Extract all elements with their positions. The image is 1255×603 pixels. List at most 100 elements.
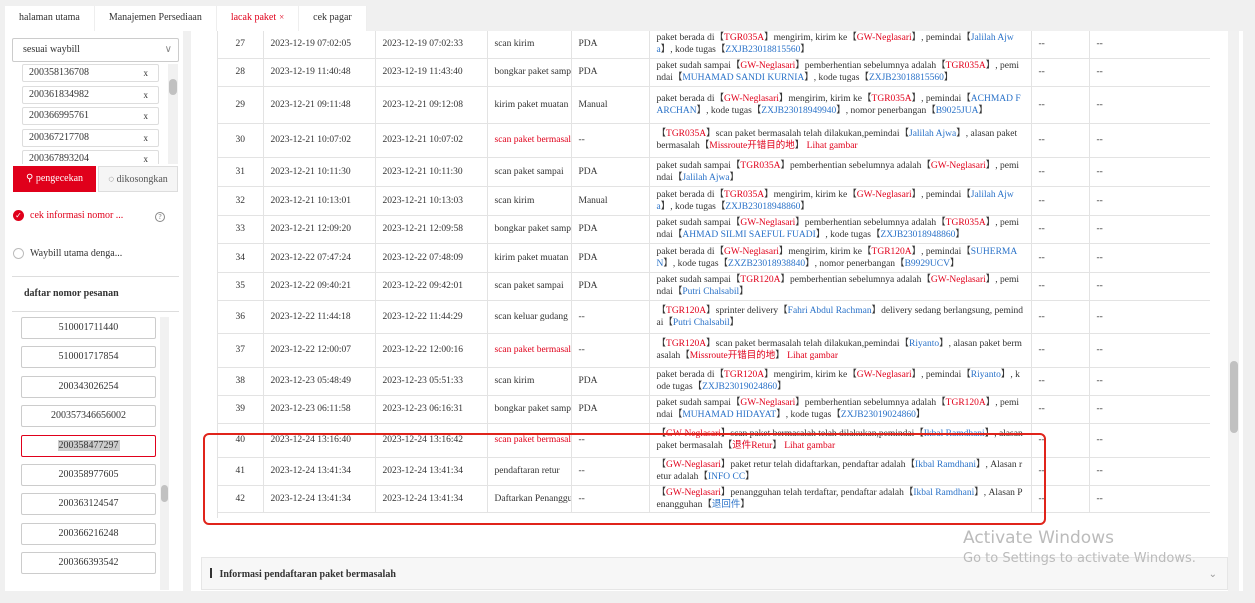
description-link[interactable]: TGR120A — [666, 339, 706, 349]
order-item-selected[interactable]: 200358477297 — [21, 434, 156, 457]
scan-type: bongkar paket sampai — [487, 215, 572, 244]
description-link[interactable]: Lihat gambar — [787, 351, 838, 361]
description-link[interactable]: TGR035A — [872, 94, 912, 104]
remove-icon[interactable]: x — [144, 130, 149, 146]
description-link[interactable]: TGR035A — [724, 33, 764, 43]
scroll-thumb[interactable] — [169, 79, 177, 95]
tab-halaman-utama[interactable]: halaman utama — [5, 6, 95, 31]
chevron-down-icon[interactable]: ⌄ — [1209, 558, 1217, 591]
watermark-subtitle: Go to Settings to activate Windows. — [963, 551, 1196, 567]
option-waybill-utama[interactable]: Waybill utama denga... — [13, 248, 122, 259]
description-link[interactable]: GW-Neglasari — [666, 429, 721, 439]
description-link[interactable]: Putri Chalsabil — [673, 318, 730, 328]
description-link[interactable]: ZXJB23018949940 — [761, 106, 836, 116]
description-link[interactable]: GW-Neglasari — [666, 460, 721, 470]
description-link[interactable]: B9929UCV — [905, 259, 950, 269]
description-link[interactable]: GW-Neglasari — [724, 247, 779, 257]
description-link[interactable]: GW-Neglasari — [666, 488, 721, 498]
description-link[interactable]: Riyanto — [909, 339, 939, 349]
description-link[interactable]: Missroute开错目的地 — [690, 351, 776, 361]
remove-icon[interactable]: x — [144, 108, 149, 124]
remove-icon[interactable]: x — [144, 87, 149, 103]
description-link[interactable]: AHMAD SILMI SAEFUL FUADI — [682, 230, 815, 240]
description-link[interactable]: GW-Neglasari — [740, 398, 795, 408]
extra-col-2: -- — [1089, 86, 1210, 124]
tab-lacak-paket[interactable]: lacak paket × — [217, 6, 300, 31]
tab-manajemen-persediaan[interactable]: Manajemen Persediaan — [95, 6, 217, 31]
scroll-thumb[interactable] — [1230, 361, 1238, 433]
description-text: 】, kode tugas【 — [776, 410, 841, 420]
order-item[interactable]: 510001717854 — [21, 346, 156, 369]
description-link[interactable]: Lihat gambar — [784, 441, 835, 451]
description-link[interactable]: MUHAMAD HIDAYAT — [682, 410, 776, 420]
order-item[interactable]: 200357346656002 — [21, 405, 156, 428]
description-link[interactable]: TGR120A — [666, 306, 706, 316]
search-type-select[interactable]: sesuai waybill ∨ — [12, 38, 179, 62]
waybill-tag[interactable]: 200366995761 x — [22, 107, 159, 125]
description-link[interactable]: Missroute开错目的地 — [709, 141, 795, 151]
waybill-scrollbar[interactable] — [168, 64, 178, 164]
waybill-tag[interactable]: 200361834982 x — [22, 85, 159, 104]
description-link[interactable]: Ikbal Ramdhani — [924, 429, 985, 439]
description-link[interactable]: TGR120A — [872, 247, 912, 257]
description-link[interactable]: Lihat gambar — [807, 141, 858, 151]
description-link[interactable]: TGR120A — [946, 398, 986, 408]
description-link[interactable]: ZXJB23018815560 — [725, 45, 800, 55]
description-link[interactable]: GW-Neglasari — [931, 275, 986, 285]
remove-icon[interactable]: x — [144, 151, 149, 164]
description-link[interactable]: ZXJB23019024860 — [702, 382, 777, 392]
description-link[interactable]: Ikbal Ramdhani — [913, 488, 974, 498]
description-link[interactable]: Riyanto — [971, 370, 1001, 380]
description-link[interactable]: TGR120A — [740, 275, 780, 285]
waybill-tag[interactable]: 200358136708 x — [22, 64, 159, 82]
description-link[interactable]: ZXZB23018938840 — [728, 259, 805, 269]
description-link[interactable]: Jalilah Ajwa — [682, 173, 729, 183]
clear-button[interactable]: ◌ dikosongkan — [98, 166, 178, 192]
check-button[interactable]: ⚲ pengecekan — [13, 166, 96, 192]
description-link[interactable]: GW-Neglasari — [857, 370, 912, 380]
order-item[interactable]: 510001711440 — [21, 317, 156, 339]
description-link[interactable]: Putri Chalsabil — [682, 287, 739, 297]
description-link[interactable]: TGR120A — [724, 370, 764, 380]
tab-close-icon[interactable]: × — [279, 12, 284, 22]
description-link[interactable]: GW-Neglasari — [857, 190, 912, 200]
description-link[interactable]: TGR035A — [946, 218, 986, 228]
description-link[interactable]: TGR035A — [666, 129, 706, 139]
description-text: 】, nomor penerbangan【 — [805, 258, 905, 269]
description-link[interactable]: Ikbal Ramdhani — [915, 460, 976, 470]
description-link[interactable]: ZXJB23018815560 — [869, 73, 944, 83]
description-link[interactable]: TGR035A — [740, 161, 780, 171]
description-link[interactable]: TGR035A — [946, 61, 986, 71]
description-link[interactable]: GW-Neglasari — [740, 218, 795, 228]
waybill-tag[interactable]: 200367893204 x — [22, 150, 159, 164]
description-link[interactable]: 退件Retur — [732, 441, 772, 451]
description-link[interactable]: 退回件 — [712, 500, 741, 510]
order-item[interactable]: 200366216248 — [21, 522, 156, 545]
order-item[interactable]: 200366393542 — [21, 552, 156, 575]
order-item[interactable]: 200358977605 — [21, 463, 156, 486]
description-link[interactable]: ZXJB23018948860 — [725, 202, 800, 212]
option-cek-informasi[interactable]: ✓ cek informasi nomor ... — [13, 210, 123, 221]
order-list-scrollbar[interactable] — [160, 317, 169, 590]
description-link[interactable]: INFO CC — [708, 472, 745, 482]
order-item[interactable]: 200363124547 — [21, 493, 156, 516]
description-link[interactable]: TGR035A — [724, 190, 764, 200]
description-link[interactable]: ZXJB23019024860 — [841, 410, 916, 420]
description-link[interactable]: ZXJB23018948860 — [880, 230, 955, 240]
description-link[interactable]: B9025JUA — [936, 106, 979, 116]
scroll-thumb[interactable] — [161, 485, 168, 502]
waybill-tag[interactable]: 200367217708 x — [22, 128, 159, 147]
tab-cek-pagar[interactable]: cek pagar — [299, 6, 367, 31]
description-link[interactable]: Jalilah Ajwa — [909, 129, 956, 139]
main-scrollbar[interactable] — [1228, 31, 1239, 591]
description-link[interactable]: GW-Neglasari — [931, 161, 986, 171]
description-link[interactable]: Fahri Abdul Rachman — [788, 306, 872, 316]
description-link[interactable]: MUHAMAD SANDI KURNIA — [682, 73, 804, 83]
order-item[interactable]: 200343026254 — [21, 375, 156, 398]
remove-icon[interactable]: x — [144, 65, 149, 81]
description-link[interactable]: GW-Neglasari — [857, 33, 912, 43]
description-link[interactable]: GW-Neglasari — [724, 94, 779, 104]
description-text: 】 — [915, 410, 926, 420]
help-icon[interactable]: ? — [155, 212, 165, 222]
description-link[interactable]: GW-Neglasari — [740, 61, 795, 71]
